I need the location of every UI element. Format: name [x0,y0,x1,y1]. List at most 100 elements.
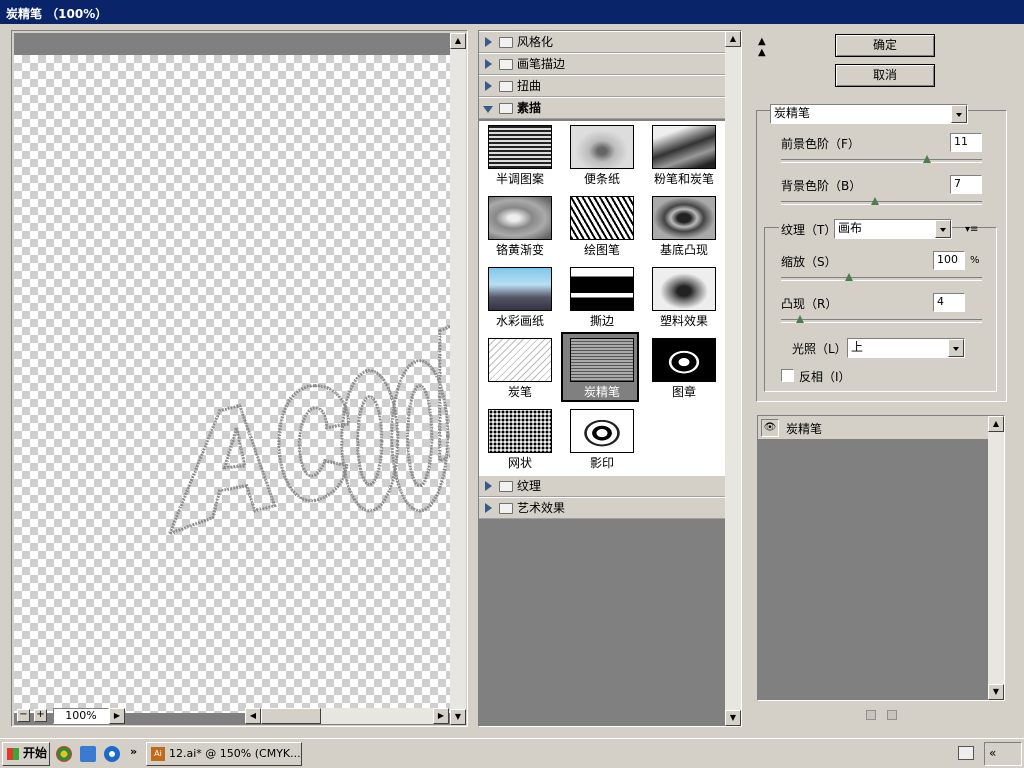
scroll-up-button[interactable]: ▲ [725,31,741,47]
filter-thumb-torn-edges[interactable]: 撕边 [563,263,641,333]
slider-knob-icon[interactable] [796,315,805,323]
filter-label: 半调图案 [495,172,544,186]
eye-icon[interactable]: 👁 [761,419,779,437]
fg-level-slider[interactable] [781,155,982,163]
filter-select[interactable]: 炭精笔 [770,104,968,124]
category-artistic[interactable]: 艺术效果 [479,497,725,519]
effect-layer-row[interactable]: 👁 炭精笔 [758,416,988,440]
ok-button[interactable]: 确定 [835,34,935,57]
category-brush-strokes[interactable]: 画笔描边 [479,53,725,75]
category-texture[interactable]: 纹理 [479,475,725,497]
quicklaunch-more-icon[interactable]: » [130,745,137,758]
filter-thumb-chalk-charcoal[interactable]: 粉笔和炭笔 [645,121,723,191]
scale-unit: % [970,255,980,266]
keyboard-icon[interactable] [958,746,974,760]
chevron-down-icon[interactable] [951,105,967,123]
scale-label: 缩放（S） [781,255,837,269]
cancel-button[interactable]: 取消 [835,64,935,87]
light-select[interactable]: 上 [847,338,965,358]
invert-checkbox[interactable] [781,369,794,382]
relief-input[interactable]: 4 [933,293,965,312]
filter-list-scrollbar[interactable]: ▲ ▼ [725,31,741,726]
system-tray[interactable]: « [984,742,1022,766]
scale-slider[interactable] [781,273,982,281]
filter-label: 炭精笔 [583,385,620,399]
category-label: 风格化 [517,35,554,49]
slider-knob-icon[interactable] [845,273,854,281]
new-effect-layer-icon[interactable] [866,710,876,720]
folder-icon [499,59,513,70]
filter-label: 撕边 [589,314,614,328]
bg-level-label: 背景色阶（B） [781,179,862,193]
fg-level-input[interactable]: 11 [950,133,982,152]
filter-label: 粉笔和炭笔 [653,172,714,186]
effect-layer-label: 炭精笔 [786,422,823,436]
scroll-down-button[interactable]: ▼ [988,684,1004,700]
filter-thumb-photocopy[interactable]: 影印 [563,405,641,475]
zoom-field[interactable]: 100% [53,708,109,724]
collapsed-triangle-icon [485,503,492,513]
water-paper-thumb-icon [488,267,552,311]
chrome-icon[interactable] [56,746,72,762]
plaster-thumb-icon [652,267,716,311]
zoom-out-button[interactable]: − [17,709,30,722]
scroll-down-button[interactable]: ▼ [725,710,741,726]
slider-knob-icon[interactable] [871,197,880,205]
filter-thumb-notepaper[interactable]: 便条纸 [563,121,641,191]
filter-thumb-stamp[interactable]: 图章 [645,334,723,404]
invert-label: 反相（I） [799,370,851,384]
preview-vertical-scrollbar[interactable]: ▲ ▼ [450,33,466,725]
windows-logo-icon [7,748,19,760]
filter-thumb-graphic-pen[interactable]: 绘图笔 [563,192,641,262]
scroll-right-button[interactable]: ▶ [433,708,449,724]
reticulation-thumb-icon [488,409,552,453]
filter-thumb-chrome[interactable]: 铬黄渐变 [481,192,559,262]
category-stylize[interactable]: 风格化 [479,31,725,53]
bas-relief-thumb-icon [652,196,716,240]
sketch-thumbnails: 半调图案 便条纸 粉笔和炭笔 铬黄渐变 绘图笔 基底凸现 水彩画纸 撕边 塑料效… [479,121,725,506]
filter-thumb-reticulation[interactable]: 网状 [481,405,559,475]
tray-expand-icon[interactable]: « [989,746,996,760]
filter-thumb-halftone[interactable]: 半调图案 [481,121,559,191]
chevron-down-icon[interactable] [948,339,964,357]
trash-icon[interactable] [887,710,897,720]
taskbar-illustrator-task[interactable]: Ai 12.ai* @ 150% (CMYK... [146,742,302,766]
texture-select[interactable]: 画布 [834,219,952,239]
scale-input[interactable]: 100 [933,251,965,270]
filter-label: 铬黄渐变 [495,243,544,257]
bg-level-input[interactable]: 7 [950,175,982,194]
task-label: 12.ai* @ 150% (CMYK... [169,747,301,760]
filter-thumb-charcoal[interactable]: 炭笔 [481,334,559,404]
category-sketch[interactable]: 素描 [479,97,725,119]
zoom-dropdown-button[interactable]: ▶ [109,708,125,724]
layers-scrollbar[interactable]: ▲ ▼ [988,416,1004,700]
preview-canvas[interactable] [14,55,451,713]
texture-menu-icon[interactable]: ▾≡ [965,224,978,235]
app-quicklaunch-icon[interactable] [80,746,96,762]
conte-crayon-thumb-icon [570,338,634,382]
category-label: 画笔描边 [517,57,566,71]
collapse-gallery-icon[interactable]: ▲ ▲ [758,36,766,58]
bg-level-slider[interactable] [781,197,982,205]
filter-thumb-plaster[interactable]: 塑料效果 [645,263,723,333]
zoom-in-button[interactable]: + [34,709,47,722]
filter-label: 图章 [671,385,696,399]
folder-icon [499,81,513,92]
category-distort[interactable]: 扭曲 [479,75,725,97]
scroll-up-button[interactable]: ▲ [988,416,1004,432]
chevron-down-icon[interactable] [935,220,951,238]
start-button[interactable]: 开始 [2,742,50,766]
filter-label: 便条纸 [583,172,620,186]
relief-slider[interactable] [781,315,982,323]
ie-icon[interactable] [104,746,120,762]
scroll-thumb[interactable] [261,708,321,724]
scroll-left-button[interactable]: ◀ [245,708,261,724]
expanded-triangle-icon [483,106,493,113]
filter-thumb-conte-crayon[interactable]: 炭精笔 [561,332,639,402]
filter-thumb-bas-relief[interactable]: 基底凸现 [645,192,723,262]
filter-thumb-water-paper[interactable]: 水彩画纸 [481,263,559,333]
preview-horizontal-scrollbar[interactable]: ◀ ▶ [245,708,449,724]
slider-knob-icon[interactable] [922,155,931,163]
scroll-up-button[interactable]: ▲ [450,33,466,49]
fg-level-label: 前景色阶（F） [781,137,860,151]
